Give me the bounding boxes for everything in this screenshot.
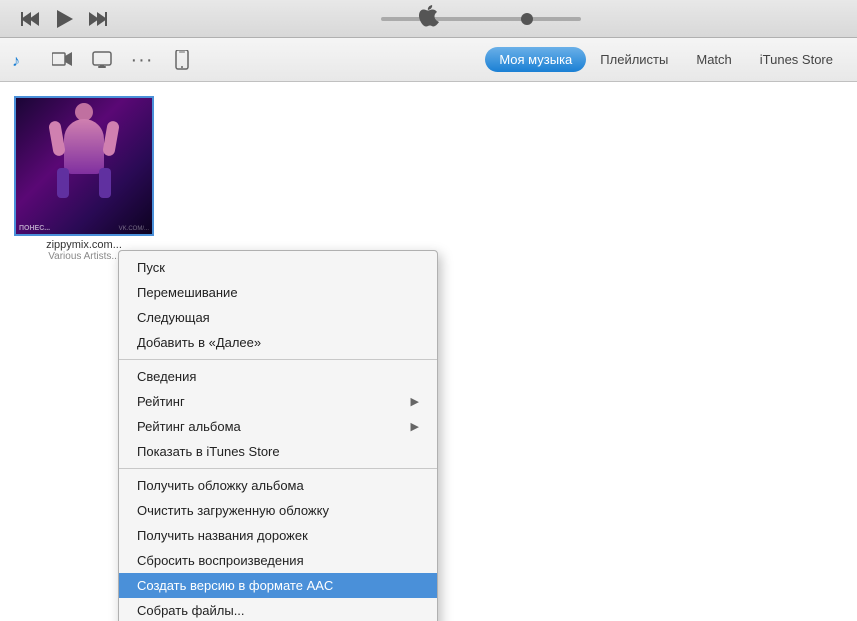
titlebar — [0, 0, 857, 38]
menu-item-get-album-art[interactable]: Получить обложку альбома — [119, 473, 437, 498]
menu-separator — [119, 468, 437, 469]
menu-item-create-aac[interactable]: Создать версию в формате AAC — [119, 573, 437, 598]
menu-item-label: Добавить в «Далее» — [137, 335, 261, 350]
menu-item-collect-files[interactable]: Собрать файлы... — [119, 598, 437, 621]
menu-item-label: Следующая — [137, 310, 210, 325]
prev-button[interactable] — [16, 5, 44, 33]
menu-item-rating[interactable]: Рейтинг ▶ — [119, 389, 437, 414]
menu-item-reset-plays[interactable]: Сбросить воспроизведения — [119, 548, 437, 573]
menu-item-label: Сведения — [137, 369, 196, 384]
menu-item-info[interactable]: Сведения — [119, 364, 437, 389]
menu-item-label: Рейтинг — [137, 394, 185, 409]
progress-thumb[interactable] — [521, 13, 533, 25]
device-icon[interactable] — [170, 48, 194, 72]
menu-item-label: Перемешивание — [137, 285, 238, 300]
nav-tabs: Моя музыка Плейлисты Match iTunes Store — [485, 46, 847, 73]
toolbar-icons: ♪ ··· — [10, 48, 485, 72]
menu-separator — [119, 359, 437, 360]
submenu-arrow-icon: ▶ — [411, 395, 419, 408]
menu-item-album-rating[interactable]: Рейтинг альбома ▶ — [119, 414, 437, 439]
menu-item-show-itunes-store[interactable]: Показать в iTunes Store — [119, 439, 437, 464]
submenu-arrow-icon: ▶ — [411, 420, 419, 433]
tab-my-music[interactable]: Моя музыка — [485, 47, 586, 72]
video-icon[interactable] — [50, 48, 74, 72]
menu-item-next[interactable]: Следующая — [119, 305, 437, 330]
menu-item-label: Создать версию в формате AAC — [137, 578, 333, 593]
menu-item-label: Пуск — [137, 260, 165, 275]
menu-item-label: Сбросить воспроизведения — [137, 553, 304, 568]
menu-item-shuffle[interactable]: Перемешивание — [119, 280, 437, 305]
menu-item-label: Получить названия дорожек — [137, 528, 308, 543]
menu-item-label: Получить обложку альбома — [137, 478, 304, 493]
next-button[interactable] — [84, 5, 112, 33]
context-menu: Пуск Перемешивание Следующая Добавить в «Да… — [118, 250, 438, 621]
tab-playlists[interactable]: Плейлисты — [586, 46, 682, 73]
apple-logo — [419, 5, 439, 32]
tv-icon[interactable] — [90, 48, 114, 72]
album-item[interactable]: ПОНЕС... VK.COM/... zippymix.com... Vari… — [14, 96, 154, 262]
progress-container — [341, 17, 621, 21]
menu-item-clear-art[interactable]: Очистить загруженную обложку — [119, 498, 437, 523]
toolbar: ♪ ··· Моя музыка — [0, 38, 857, 82]
tab-match[interactable]: Match — [682, 46, 745, 73]
album-cover: ПОНЕС... VK.COM/... — [14, 96, 154, 236]
music-icon[interactable]: ♪ — [10, 48, 34, 72]
menu-item-label: Рейтинг альбома — [137, 419, 241, 434]
svg-text:♪: ♪ — [12, 53, 20, 70]
tab-itunes-store[interactable]: iTunes Store — [746, 46, 847, 73]
menu-item-get-track-names[interactable]: Получить названия дорожек — [119, 523, 437, 548]
main-content: ПОНЕС... VK.COM/... zippymix.com... Vari… — [0, 82, 857, 621]
more-icon[interactable]: ··· — [130, 48, 154, 72]
play-button[interactable] — [48, 3, 80, 35]
menu-item-play[interactable]: Пуск — [119, 255, 437, 280]
menu-item-label: Собрать файлы... — [137, 603, 245, 618]
progress-track[interactable] — [381, 17, 581, 21]
menu-item-label: Очистить загруженную обложку — [137, 503, 329, 518]
transport-controls — [16, 3, 112, 35]
menu-item-label: Показать в iTunes Store — [137, 444, 280, 459]
menu-item-add-to-next[interactable]: Добавить в «Далее» — [119, 330, 437, 355]
